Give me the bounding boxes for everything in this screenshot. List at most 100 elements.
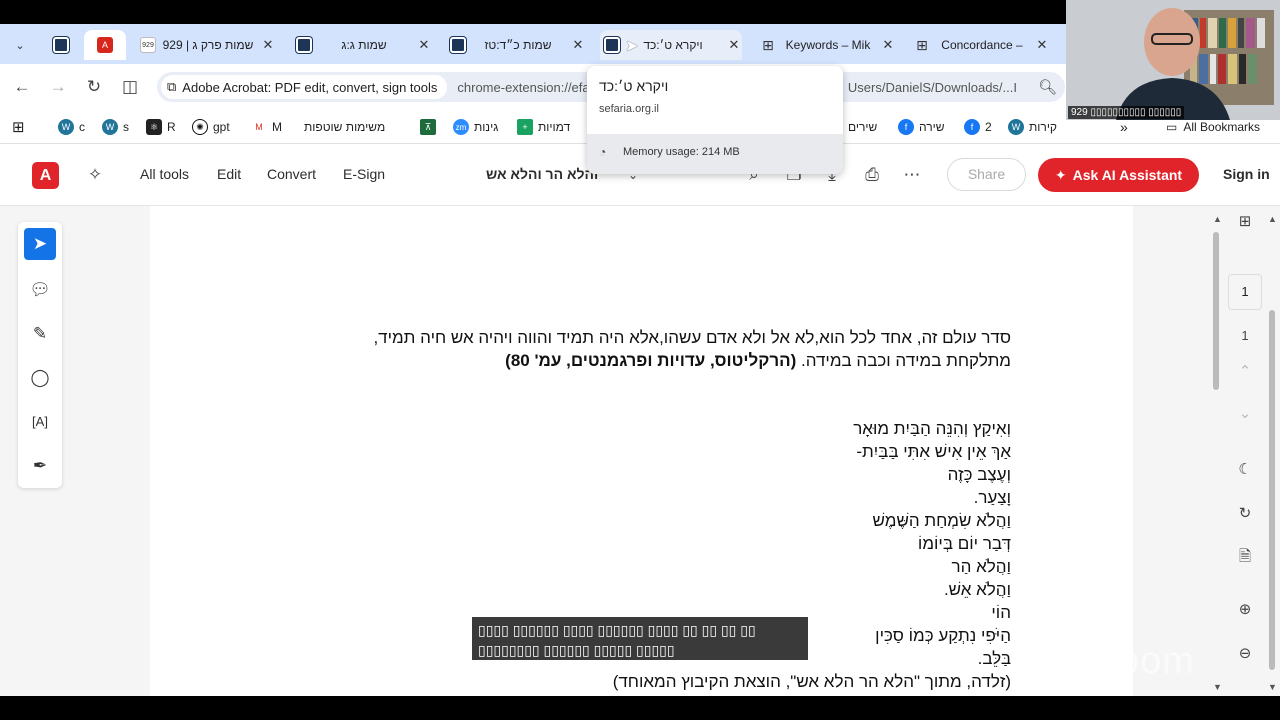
select-cursor-icon[interactable]: ➤ xyxy=(24,228,56,260)
bookmark-item[interactable]: f2 xyxy=(964,116,992,138)
poem-line: הַיֹּפִי נִתְקַע כְּמוֹ סַכִּין xyxy=(875,626,1011,645)
close-icon[interactable]: ✕ xyxy=(1034,37,1050,53)
bookmark-item[interactable]: MM xyxy=(251,116,282,138)
document-scrollbar[interactable]: ▲ ▼ xyxy=(1210,214,1222,694)
bookmark-label: R xyxy=(167,120,176,134)
tab-search-button[interactable]: ⌄ xyxy=(8,30,32,60)
close-icon[interactable]: ✕ xyxy=(416,37,432,53)
tab-concordance[interactable]: ⊞ Concordance – ✕ xyxy=(910,30,1050,60)
caption-line: ▯▯▯▯ ▯▯▯▯▯▯ ▯▯▯▯ ▯▯▯▯▯▯ ▯▯▯▯ ▯▯ ▯▯ ▯▯ ▯▯ xyxy=(478,622,756,638)
quote-text: מתלקחת במידה וכבה במידה. xyxy=(796,351,1011,370)
tab-acrobat[interactable]: A xyxy=(84,30,126,60)
scroll-up-icon[interactable]: ▲ xyxy=(1213,214,1222,224)
bookmark-label: קירות xyxy=(1029,120,1058,134)
bookmark-item[interactable]: ✺ gpt xyxy=(192,116,230,138)
document-title[interactable]: והלא הר והלא אש xyxy=(486,166,598,182)
more-options-icon[interactable]: ⋯ xyxy=(901,164,923,186)
tab-929-shemot[interactable]: 929 שמות פרק ג | 929 ✕ xyxy=(136,30,276,60)
close-icon[interactable]: ✕ xyxy=(260,37,276,53)
facebook-icon: f xyxy=(964,119,980,135)
ask-ai-assistant-button[interactable]: ✦ Ask AI Assistant xyxy=(1038,158,1199,192)
openai-icon: ✺ xyxy=(192,119,208,135)
menu-convert[interactable]: Convert xyxy=(267,166,316,182)
menu-all-tools[interactable]: All tools xyxy=(140,166,189,182)
all-bookmarks-label: All Bookmarks xyxy=(1183,120,1261,134)
comment-icon[interactable]: 💬︎ xyxy=(24,274,56,306)
poem-line: וָצַעַר. xyxy=(973,488,1011,507)
close-icon[interactable]: ✕ xyxy=(880,37,896,53)
wordpress-icon: W xyxy=(1008,119,1024,135)
tab-shemot-3-3[interactable]: שמות ג:ג ✕ xyxy=(292,30,432,60)
scroll-down-icon[interactable]: ▼ xyxy=(1213,682,1222,692)
menu-esign[interactable]: E-Sign xyxy=(343,166,385,182)
bookmark-label: s xyxy=(123,120,129,134)
apps-grid-icon[interactable]: ⊞ xyxy=(12,116,25,138)
hover-card-domain: sefaria.org.il xyxy=(599,103,659,115)
memory-usage-text: Memory usage: 214 MB xyxy=(623,146,740,158)
total-pages: 1 xyxy=(1241,328,1249,343)
current-page-field[interactable]: 1 xyxy=(1228,274,1262,310)
bookmark-item[interactable]: משימות שוטפות xyxy=(304,116,385,138)
print-icon[interactable]: ⎙ xyxy=(861,164,883,186)
folder-icon: ▭ xyxy=(1166,120,1178,134)
bookmark-label: gpt xyxy=(213,120,230,134)
reload-icon[interactable]: ↻ xyxy=(83,76,105,98)
tab-sefaria-pinned[interactable] xyxy=(46,30,76,60)
scroll-thumb[interactable] xyxy=(1213,232,1219,390)
tab-keywords[interactable]: ⊞ Keywords – Mik ✕ xyxy=(756,30,896,60)
magic-tools-icon[interactable]: ✧ xyxy=(84,164,106,186)
bookmark-item[interactable]: שירים xyxy=(848,116,877,138)
bookmark-label: c xyxy=(79,120,85,134)
wordpress-icon: W xyxy=(102,119,118,135)
bookmark-label: משימות שוטפות xyxy=(304,120,386,134)
scroll-up-icon[interactable]: ▲ xyxy=(1268,214,1277,224)
scroll-down-icon[interactable]: ▼ xyxy=(1268,682,1277,692)
site-info-chip[interactable]: ⧉ Adobe Acrobat: PDF edit, convert, sign… xyxy=(161,75,448,99)
split-view-icon[interactable]: ◫ xyxy=(119,76,141,98)
zoom-lens-icon[interactable]: 🔍︎ xyxy=(1038,78,1057,96)
close-icon[interactable]: ✕ xyxy=(570,37,586,53)
sign-pen-icon[interactable]: ✒ xyxy=(24,450,56,482)
share-button[interactable]: Share xyxy=(947,158,1026,191)
ai-sparkle-icon: ✦ xyxy=(1054,166,1067,183)
tab-shemot-24-16[interactable]: שמות כ״ד:טז ✕ xyxy=(446,30,586,60)
sign-in-link[interactable]: Sign in xyxy=(1223,166,1270,182)
document-properties-icon[interactable]: 🗎︎ xyxy=(1230,546,1260,571)
back-icon[interactable]: ← xyxy=(11,76,33,98)
highlight-pen-icon[interactable]: ✎ xyxy=(24,318,56,350)
page-scrollbar[interactable]: ▲ ▼ xyxy=(1266,214,1278,694)
scroll-thumb[interactable] xyxy=(1269,310,1275,670)
wordpress-icon: W xyxy=(58,119,74,135)
acrobat-logo-icon[interactable]: A xyxy=(32,162,59,189)
chevron-up-icon[interactable]: ⌃ xyxy=(1230,362,1260,380)
forward-icon[interactable]: → xyxy=(47,76,69,98)
close-icon[interactable]: ✕ xyxy=(726,37,742,53)
zoom-out-icon[interactable]: ⊖ xyxy=(1230,644,1260,662)
chevron-down-icon[interactable]: ⌄ xyxy=(1230,404,1260,422)
lasso-icon[interactable]: ◯ xyxy=(24,362,56,394)
bookmark-item[interactable]: f שירה xyxy=(898,116,945,138)
bookmark-item[interactable]: + דמויות xyxy=(517,116,570,138)
right-rail: ⊞ 1 1 ⌃ ⌄ ☾ ↻ 🗎︎ ⊕ ⊖ xyxy=(1226,206,1264,696)
bookmark-item[interactable]: W קירות xyxy=(1008,116,1057,138)
text-box-icon[interactable]: [A] xyxy=(24,406,56,438)
bookmark-item[interactable]: Wc xyxy=(58,116,85,138)
dark-mode-icon[interactable]: ☾ xyxy=(1230,460,1260,478)
film-icon: ⊞ xyxy=(916,36,928,53)
thumbnails-icon[interactable]: ⊞ xyxy=(1230,212,1260,230)
menu-edit[interactable]: Edit xyxy=(217,166,241,182)
heraclitus-quote-line-1: סדר עולם זה, אחד לכל הוא,לא אל ולא אדם ע… xyxy=(373,328,1011,347)
react-icon: ⚛ xyxy=(146,119,162,135)
facebook-icon: f xyxy=(898,119,914,135)
puzzle-icon: ⧉ xyxy=(167,79,177,94)
bookmark-item[interactable]: ⚛ R xyxy=(146,116,176,138)
rotate-icon[interactable]: ↻ xyxy=(1230,504,1260,522)
tab-vayikra-9-24[interactable]: ויקרא ט׳:כד ✕ xyxy=(600,30,742,60)
bookmark-item[interactable]: Ws xyxy=(102,116,129,138)
bookmark-item[interactable]: ⊼ xyxy=(420,116,441,138)
bookmark-item[interactable]: zm גינות xyxy=(453,116,498,138)
zoom-in-icon[interactable]: ⊕ xyxy=(1230,600,1260,618)
zoom-watermark-logo: zoom xyxy=(1098,640,1195,682)
tab-hover-card: ויקרא ט׳:כד sefaria.org.il ◔ Memory usag… xyxy=(587,66,843,174)
tab-title: Keywords – Mik xyxy=(785,38,871,52)
